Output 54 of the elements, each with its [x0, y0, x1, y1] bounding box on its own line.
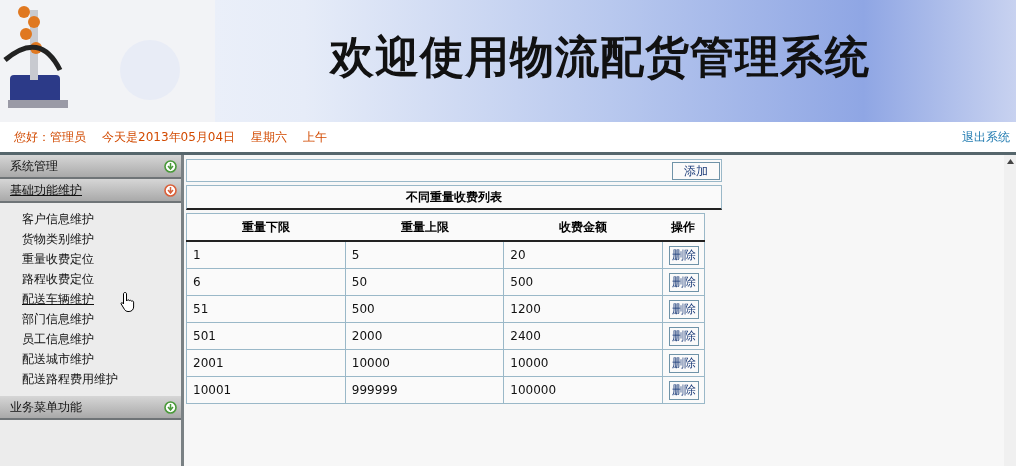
add-button[interactable]: 添加 [672, 161, 720, 180]
table-cell: 2000 [345, 322, 504, 350]
greeting: 您好：管理员 [14, 128, 86, 146]
date-text: 今天是2013年05月04日 [102, 128, 236, 146]
table-cell: 2400 [503, 322, 663, 350]
delete-button[interactable]: 删除 [668, 380, 699, 400]
column-header: 收费金额 [503, 213, 663, 241]
table-cell: 6 [186, 268, 346, 296]
table-cell: 501 [186, 322, 346, 350]
table-cell: 1200 [503, 295, 663, 323]
sidebar-section-header[interactable]: 系统管理 [0, 155, 181, 179]
delete-button[interactable]: 删除 [668, 326, 699, 346]
table-cell: 1 [186, 241, 346, 269]
logout-link[interactable]: 退出系统 [962, 128, 1010, 146]
delete-button[interactable]: 删除 [668, 299, 699, 319]
table-cell: 500 [345, 295, 504, 323]
sidebar-section-header[interactable]: 业务菜单功能 [0, 396, 181, 420]
column-header: 重量下限 [186, 213, 346, 241]
table-cell: 2001 [186, 349, 346, 377]
sidebar-item[interactable]: 货物类别维护 [22, 231, 94, 248]
table-cell: 10001 [186, 376, 346, 404]
column-header: 重量上限 [345, 213, 504, 241]
expand-arrow-icon [164, 183, 177, 197]
weekday-text: 星期六 [251, 128, 288, 146]
system-title: 欢迎使用物流配货管理系统 [328, 29, 871, 84]
delete-button[interactable]: 删除 [668, 245, 699, 265]
table-cell: 20 [503, 241, 663, 269]
delete-button[interactable]: 删除 [668, 272, 699, 292]
sidebar-item[interactable]: 部门信息维护 [22, 311, 94, 328]
column-header: 操作 [662, 213, 705, 241]
sidebar-item[interactable]: 配送路程费用维护 [22, 371, 118, 388]
sidebar-item[interactable]: 客户信息维护 [22, 211, 94, 228]
table-cell: 999999 [345, 376, 504, 404]
sidebar-item[interactable]: 路程收费定位 [22, 271, 94, 288]
sidebar-item[interactable]: 配送城市维护 [22, 351, 94, 368]
delete-button[interactable]: 删除 [668, 353, 699, 373]
table-cell: 10000 [503, 349, 663, 377]
table-cell: 10000 [345, 349, 504, 377]
table-cell: 50 [345, 268, 504, 296]
scrollbar[interactable] [1004, 155, 1016, 466]
table-cell: 51 [186, 295, 346, 323]
table-title: 不同重量收费列表 [186, 185, 722, 210]
expand-arrow-icon [164, 159, 177, 173]
sidebar-item[interactable]: 配送车辆维护 [22, 291, 94, 308]
sidebar-section-header[interactable]: 基础功能维护 [0, 179, 181, 203]
sidebar-item[interactable]: 员工信息维护 [22, 331, 94, 348]
scroll-up-icon[interactable] [1006, 159, 1014, 164]
table-cell: 100000 [503, 376, 663, 404]
expand-arrow-icon [164, 400, 177, 414]
table-cell: 5 [345, 241, 504, 269]
sidebar-item[interactable]: 重量收费定位 [22, 251, 94, 268]
period-text: 上午 [303, 128, 328, 146]
table-cell: 500 [503, 268, 663, 296]
hand-cursor-icon [120, 291, 136, 313]
